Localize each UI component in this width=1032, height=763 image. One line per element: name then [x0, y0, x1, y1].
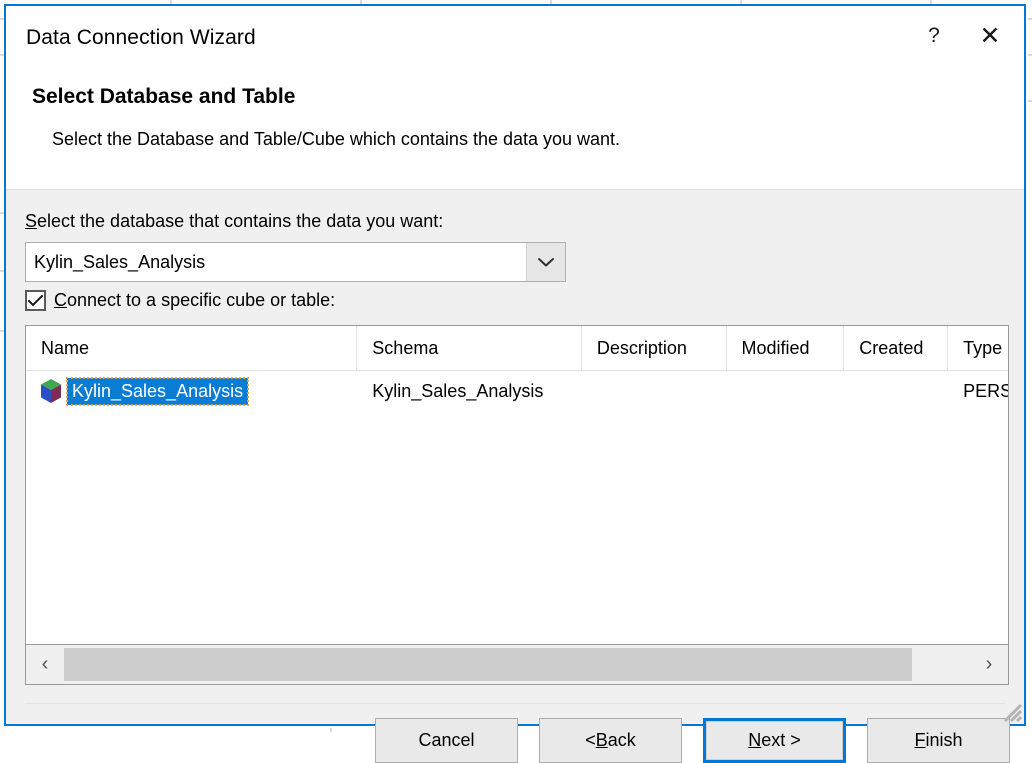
database-combobox[interactable]: Kylin_Sales_Analysis [25, 242, 566, 282]
data-connection-wizard-dialog: Data Connection Wizard ? ✕ Select Databa… [4, 4, 1026, 726]
cube-icon [38, 378, 64, 404]
title-bar-buttons: ? ✕ [906, 6, 1018, 65]
chevron-down-icon[interactable] [526, 243, 565, 281]
table-row[interactable]: Kylin_Sales_Analysis Kylin_Sales_Analysi… [26, 371, 1008, 411]
column-header-schema[interactable]: Schema [357, 326, 582, 370]
scroll-right-arrow-icon[interactable]: › [970, 645, 1008, 684]
finish-button-accelerator: F [914, 730, 925, 751]
back-button-accelerator: B [596, 730, 608, 751]
cell-modified [727, 371, 845, 411]
database-label-accelerator: S [25, 211, 37, 231]
finish-button[interactable]: Finish [867, 718, 1010, 763]
back-button-prefix: < [585, 730, 596, 751]
page-subtitle: Select the Database and Table/Cube which… [52, 129, 620, 150]
listview-body: Kylin_Sales_Analysis Kylin_Sales_Analysi… [26, 371, 1008, 644]
checkbox-label-rest: onnect to a specific cube or table: [67, 290, 335, 310]
column-header-type[interactable]: Type [948, 326, 1008, 370]
column-header-created[interactable]: Created [844, 326, 948, 370]
listview-horizontal-scrollbar[interactable]: ‹ › [25, 645, 1009, 685]
title-bar: Data Connection Wizard ? ✕ [6, 6, 1024, 65]
window-title: Data Connection Wizard [26, 26, 256, 50]
column-header-description[interactable]: Description [582, 326, 727, 370]
scroll-left-arrow-icon[interactable]: ‹ [26, 645, 64, 684]
cell-created [844, 371, 948, 411]
cell-type: PERSP [948, 371, 1008, 411]
page-title: Select Database and Table [32, 85, 295, 109]
cell-name[interactable]: Kylin_Sales_Analysis [26, 371, 357, 411]
column-header-name[interactable]: Name [26, 326, 357, 370]
back-button-suffix: ack [608, 730, 636, 751]
help-button[interactable]: ? [906, 14, 962, 58]
checkbox-label-accelerator: C [54, 290, 67, 310]
connect-specific-cube-label: Connect to a specific cube or table: [54, 290, 335, 311]
dialog-body: Select the database that contains the da… [6, 190, 1024, 724]
next-button-accelerator: N [748, 730, 761, 751]
scrollbar-track[interactable] [64, 645, 970, 684]
cell-name-text: Kylin_Sales_Analysis [67, 378, 248, 405]
cell-schema: Kylin_Sales_Analysis [357, 371, 582, 411]
cell-description [582, 371, 727, 411]
cancel-button-label: Cancel [418, 730, 474, 751]
connect-specific-cube-checkbox[interactable] [25, 290, 46, 311]
close-button[interactable]: ✕ [962, 14, 1018, 58]
cube-table-listview[interactable]: Name Schema Description Modified Created… [25, 325, 1009, 645]
cancel-button[interactable]: Cancel [375, 718, 518, 763]
dialog-button-row: Cancel < Back Next > Finish [375, 718, 1010, 763]
footer-divider [25, 703, 1005, 704]
back-button[interactable]: < Back [539, 718, 682, 763]
finish-button-suffix: inish [925, 730, 962, 751]
database-label-rest: elect the database that contains the dat… [37, 211, 443, 231]
database-field-label: Select the database that contains the da… [25, 211, 443, 232]
column-header-modified[interactable]: Modified [727, 326, 845, 370]
next-button[interactable]: Next > [703, 718, 846, 763]
connect-specific-cube-checkbox-row[interactable]: Connect to a specific cube or table: [25, 290, 335, 311]
database-combobox-value: Kylin_Sales_Analysis [26, 243, 526, 281]
wizard-header: Select Database and Table Select the Dat… [6, 65, 1024, 190]
next-button-suffix: ext > [761, 730, 801, 751]
listview-header: Name Schema Description Modified Created… [26, 326, 1008, 371]
scrollbar-thumb[interactable] [64, 648, 912, 681]
